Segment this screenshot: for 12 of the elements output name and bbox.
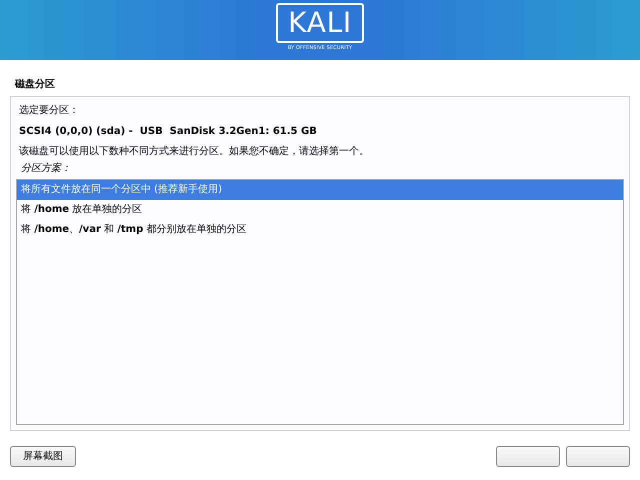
logo-text: KALI (288, 9, 352, 37)
wizard-button[interactable] (566, 446, 630, 467)
wizard-button[interactable] (496, 446, 560, 467)
page-title: 磁盘分区 (15, 79, 55, 90)
list-item[interactable]: 将所有文件放在同一个分区中 (推荐新手使用) (17, 180, 623, 200)
list-item[interactable]: 将 /home 放在单独的分区 (17, 200, 623, 220)
disk-name: SCSI4 (0,0,0) (sda) - USB SanDisk 3.2Gen1: 61.5 GB (18, 125, 318, 139)
screenshot-button[interactable]: 屏幕截图 (10, 446, 76, 467)
list-item[interactable]: 将 /home、/var 和 /tmp 都分别放在单独的分区 (17, 220, 623, 240)
prompt-text: 选定要分区： (18, 104, 80, 118)
scheme-label: 分区方案： (20, 162, 72, 176)
description-text: 该磁盘可以使用以下数种不同方式来进行分区。如果您不确定，请选择第一个。 (18, 144, 370, 159)
